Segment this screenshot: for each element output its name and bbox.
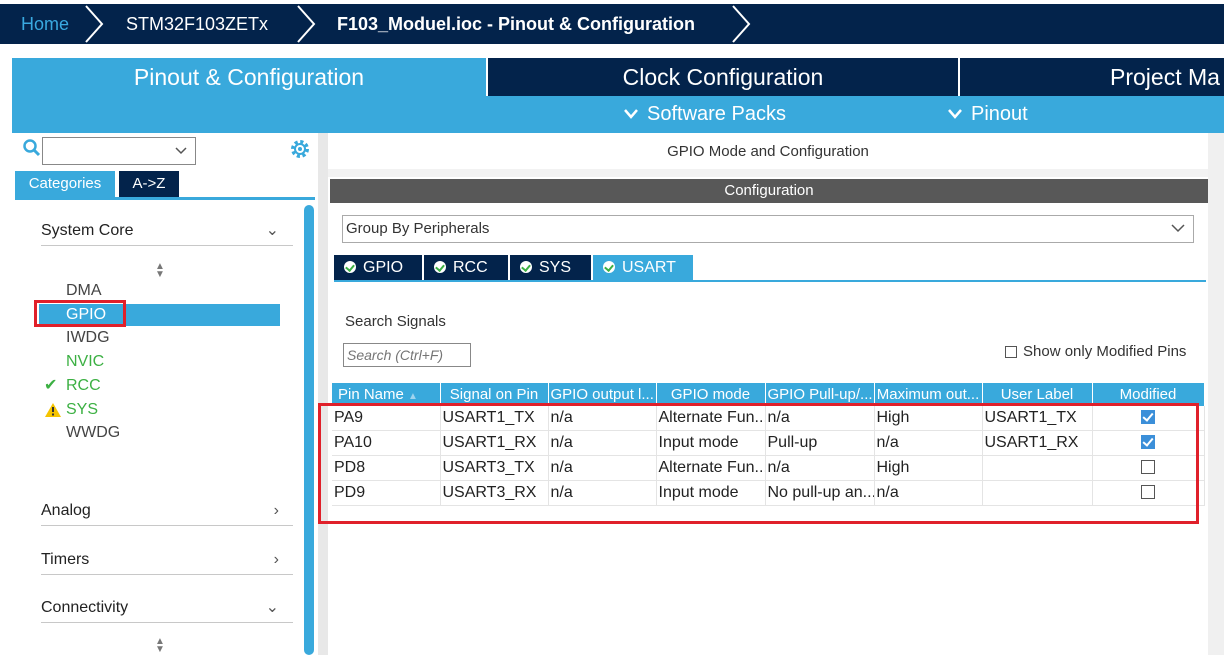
category-search-input[interactable] xyxy=(42,137,196,165)
show-modified-label: Show only Modified Pins xyxy=(1023,343,1187,360)
warning-icon xyxy=(45,403,61,417)
right-scroll-edge[interactable] xyxy=(1208,133,1224,655)
breadcrumb-current[interactable]: F103_Moduel.ioc - Pinout & Configuration xyxy=(337,4,695,44)
section-separator xyxy=(328,169,1208,177)
show-modified-toggle[interactable]: Show only Modified Pins xyxy=(1005,343,1186,360)
group-system-core[interactable]: System Core ⌄ xyxy=(41,217,293,246)
tree-item-sys[interactable]: SYS xyxy=(45,399,99,421)
chevron-right-icon: › xyxy=(273,502,279,519)
group-analog[interactable]: Analog › xyxy=(41,497,293,526)
pinout-menu[interactable]: Pinout xyxy=(947,96,1028,133)
tab-a-to-z[interactable]: A->Z xyxy=(119,171,179,197)
software-packs-label: Software Packs xyxy=(647,103,786,125)
chevron-down-icon xyxy=(1171,224,1185,233)
tab-sys[interactable]: SYS xyxy=(510,255,591,281)
sort-arrows-icon[interactable]: ▲ ▼ xyxy=(155,262,165,280)
search-signals-label: Search Signals xyxy=(345,313,446,330)
tree-item-dma[interactable]: DMA xyxy=(66,280,102,302)
tab-gpio[interactable]: GPIO xyxy=(334,255,422,281)
group-by-select[interactable]: Group By Peripherals xyxy=(342,215,1194,243)
breadcrumb-home[interactable]: Home xyxy=(21,4,69,44)
tree-item-rcc-label: RCC xyxy=(66,377,101,394)
sort-arrows-icon[interactable]: ▲ ▼ xyxy=(155,637,165,655)
chevron-right-icon: › xyxy=(273,551,279,568)
sub-menu-bar: Software Packs Pinout xyxy=(12,96,1224,133)
left-scrollbar[interactable] xyxy=(304,205,314,655)
tree-item-iwdg[interactable]: IWDG xyxy=(66,327,110,349)
check-circle-icon xyxy=(520,261,532,273)
tab-project-manager[interactable]: Project Ma xyxy=(1110,58,1224,96)
group-timers-label: Timers xyxy=(41,551,90,568)
software-packs-menu[interactable]: Software Packs xyxy=(623,96,786,133)
pinout-label: Pinout xyxy=(971,103,1028,125)
breadcrumb-chevron-icon xyxy=(297,5,316,43)
tree-item-wwdg[interactable]: WWDG xyxy=(66,422,120,444)
category-tab-underline xyxy=(15,197,315,200)
check-circle-icon xyxy=(603,261,615,273)
tab-gpio-label: GPIO xyxy=(363,259,404,276)
tree-item-rcc[interactable]: ✔ RCC xyxy=(44,375,101,397)
signals-highlight-box xyxy=(318,403,1199,524)
tab-sys-label: SYS xyxy=(539,259,572,276)
group-connectivity[interactable]: Connectivity ⌄ xyxy=(41,594,293,623)
tab-clock-configuration[interactable]: Clock Configuration xyxy=(488,58,958,96)
gpio-highlight-box xyxy=(34,300,126,327)
chevron-down-icon: ⌄ xyxy=(265,222,279,239)
panel-divider[interactable] xyxy=(318,133,328,655)
tab-pinout-configuration[interactable]: Pinout & Configuration xyxy=(12,58,486,96)
main-tabs: Pinout & Configuration Clock Configurati… xyxy=(12,58,1224,96)
breadcrumb-chevron-icon xyxy=(85,5,104,43)
right-panel: GPIO Mode and Configuration Configuratio… xyxy=(328,133,1224,655)
mode-configuration-title: GPIO Mode and Configuration xyxy=(328,133,1208,169)
search-icon[interactable] xyxy=(22,138,42,158)
tab-rcc[interactable]: RCC xyxy=(424,255,508,281)
chevron-down-icon[interactable] xyxy=(175,147,187,155)
configuration-header: Configuration xyxy=(330,179,1208,203)
group-analog-label: Analog xyxy=(41,502,91,519)
check-circle-icon xyxy=(344,261,356,273)
group-by-value: Group By Peripherals xyxy=(346,220,490,237)
search-signals-input[interactable] xyxy=(343,343,471,367)
tab-usart-label: USART xyxy=(622,259,676,276)
group-system-core-label: System Core xyxy=(41,222,134,239)
breadcrumb: Home STM32F103ZETx F103_Moduel.ioc - Pin… xyxy=(0,0,1224,48)
left-panel: Categories A->Z System Core ⌄ ▲ ▼ DMA GPI… xyxy=(12,133,318,655)
check-circle-icon xyxy=(434,261,446,273)
group-connectivity-label: Connectivity xyxy=(41,599,129,616)
chevron-down-icon: ⌄ xyxy=(265,599,279,616)
tree-item-sys-label: SYS xyxy=(66,401,99,418)
tree-item-nvic[interactable]: NVIC xyxy=(66,351,104,373)
tab-usart[interactable]: USART xyxy=(593,255,693,281)
gear-icon[interactable] xyxy=(289,138,311,160)
breadcrumb-chevron-icon xyxy=(732,5,751,43)
chevron-down-icon xyxy=(624,109,638,119)
sort-asc-icon: ▲ xyxy=(408,391,418,402)
group-timers[interactable]: Timers › xyxy=(41,546,293,575)
check-icon: ✔ xyxy=(44,377,58,394)
show-modified-checkbox[interactable] xyxy=(1005,346,1017,358)
tab-rcc-label: RCC xyxy=(453,259,488,276)
chevron-down-icon xyxy=(948,109,962,119)
peripheral-tab-underline xyxy=(334,280,1206,282)
tab-divider xyxy=(958,58,960,96)
breadcrumb-device[interactable]: STM32F103ZETx xyxy=(126,4,268,44)
tab-categories[interactable]: Categories xyxy=(15,171,115,197)
